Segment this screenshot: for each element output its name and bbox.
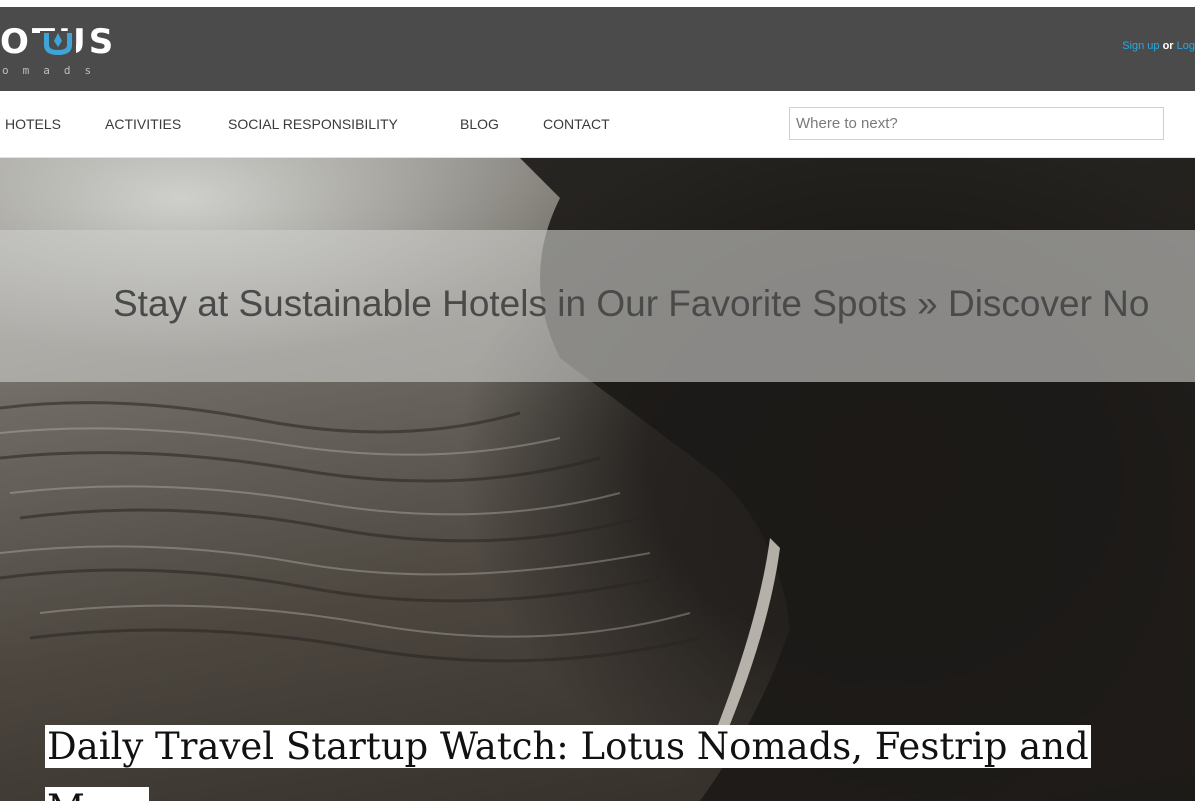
log-in-link[interactable]: Log [1177, 40, 1195, 52]
nav-blog[interactable]: BLOG [460, 114, 499, 134]
lotus-icon [40, 31, 76, 57]
top-strip [0, 0, 1195, 7]
page: OTUS omads Sign up or Log HOTELS ACTIVIT… [0, 0, 1195, 801]
destination-search-input[interactable] [789, 107, 1164, 140]
nav-hotels[interactable]: HOTELS [5, 114, 61, 134]
nav-activities[interactable]: ACTIVITIES [105, 114, 181, 134]
auth-links: Sign up or Log [1122, 38, 1195, 54]
promo-banner-text: Stay at Sustainable Hotels in Our Favori… [113, 283, 1150, 324]
sign-up-link[interactable]: Sign up [1122, 40, 1159, 52]
nav-contact[interactable]: CONTACT [543, 114, 610, 134]
article-title-text: Daily Travel Startup Watch: Lotus Nomads… [45, 725, 1091, 801]
logo-tagline: omads [2, 64, 106, 77]
hero-section: Stay at Sustainable Hotels in Our Favori… [0, 158, 1195, 801]
promo-banner[interactable]: Stay at Sustainable Hotels in Our Favori… [0, 230, 1195, 382]
article-title: Daily Travel Startup Watch: Lotus Nomads… [45, 716, 1155, 801]
nav-social-responsibility[interactable]: SOCIAL RESPONSIBILITY [228, 114, 398, 134]
site-header: OTUS omads Sign up or Log [0, 7, 1195, 91]
site-logo[interactable]: OTUS omads [0, 25, 170, 81]
auth-separator: or [1162, 40, 1174, 52]
main-nav: HOTELS ACTIVITIES SOCIAL RESPONSIBILITY … [0, 91, 1195, 158]
